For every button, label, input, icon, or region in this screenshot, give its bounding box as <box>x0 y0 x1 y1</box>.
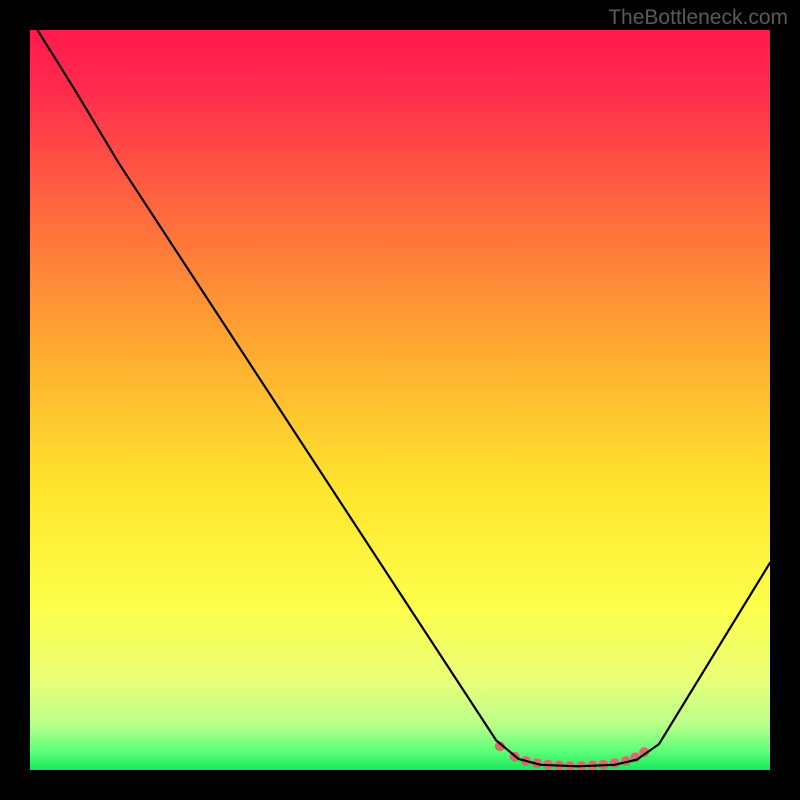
curve-layer <box>30 30 770 770</box>
watermark-text: TheBottleneck.com <box>608 6 788 30</box>
bottleneck-curve <box>37 30 770 766</box>
chart-plot-area <box>30 30 770 770</box>
